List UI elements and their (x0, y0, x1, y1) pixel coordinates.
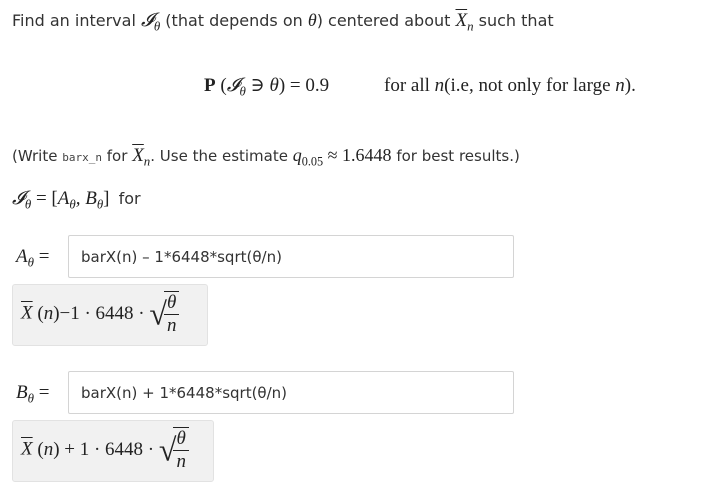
b-frac-num: θ (173, 428, 189, 451)
hint-open: (Write (12, 147, 58, 165)
for-all-statement: for all n(i.e, not only for large n). (384, 75, 636, 96)
hint-code: barx_n (62, 151, 102, 164)
for-all-label: for all (384, 75, 430, 96)
b-preview-math: X (n) + 1 · 6448 · √ θ n (21, 427, 189, 473)
interval-symbol: 𝓘θ (141, 10, 161, 34)
intro-rest: ) centered about (316, 11, 451, 30)
interval-definition: 𝓘θ = [Aθ, Bθ] for (12, 186, 141, 212)
interval-for: for (118, 189, 141, 208)
intro-paren: (that depends on (165, 11, 303, 30)
b-answer-input[interactable]: barX(n) + 1*6448*sqrt(θ/n) (68, 371, 514, 414)
b-answer-preview: X (n) + 1 · 6448 · √ θ n (12, 420, 214, 482)
for-all-rest: (i.e, not only for large (444, 75, 611, 96)
probability-statement: P (𝓘θ ∋ θ) = 0.9 (204, 75, 330, 99)
xbar-n-symbol: Xn (455, 10, 474, 34)
a-answer-value: barX(n) – 1*6448*sqrt(θ/n) (81, 247, 282, 266)
intro-end: such that (478, 11, 554, 30)
hint-xbar-n: Xn (132, 145, 151, 169)
intro-text: Find an interval (12, 11, 136, 30)
a-answer-input[interactable]: barX(n) – 1*6448*sqrt(θ/n) (68, 235, 514, 278)
a-frac-num: θ (163, 292, 180, 315)
interval-def-math: 𝓘θ = [Aθ, Bθ] (12, 188, 110, 212)
a-label: Aθ = (16, 246, 50, 270)
hint-line: (Write barx_n for Xn. Use the estimate q… (12, 142, 520, 169)
intro-line: Find an interval 𝓘θ (that depends on θ) … (12, 8, 554, 34)
a-answer-preview: X (n)−1 · 6448 · √ θ n (12, 284, 208, 346)
hint-for: for (106, 147, 128, 165)
hint-close: for best results.) (396, 147, 520, 165)
b-label: Bθ = (16, 382, 50, 406)
a-preview-math: X (n)−1 · 6448 · √ θ n (21, 291, 180, 337)
hint-estimate: q0.05 ≈ 1.6448 (292, 145, 392, 169)
b-answer-value: barX(n) + 1*6448*sqrt(θ/n) (81, 383, 288, 402)
b-frac-den: n (176, 451, 186, 472)
a-frac-den: n (166, 315, 177, 336)
intro-theta: θ (307, 10, 317, 30)
hint-use: . Use the estimate (150, 147, 288, 165)
